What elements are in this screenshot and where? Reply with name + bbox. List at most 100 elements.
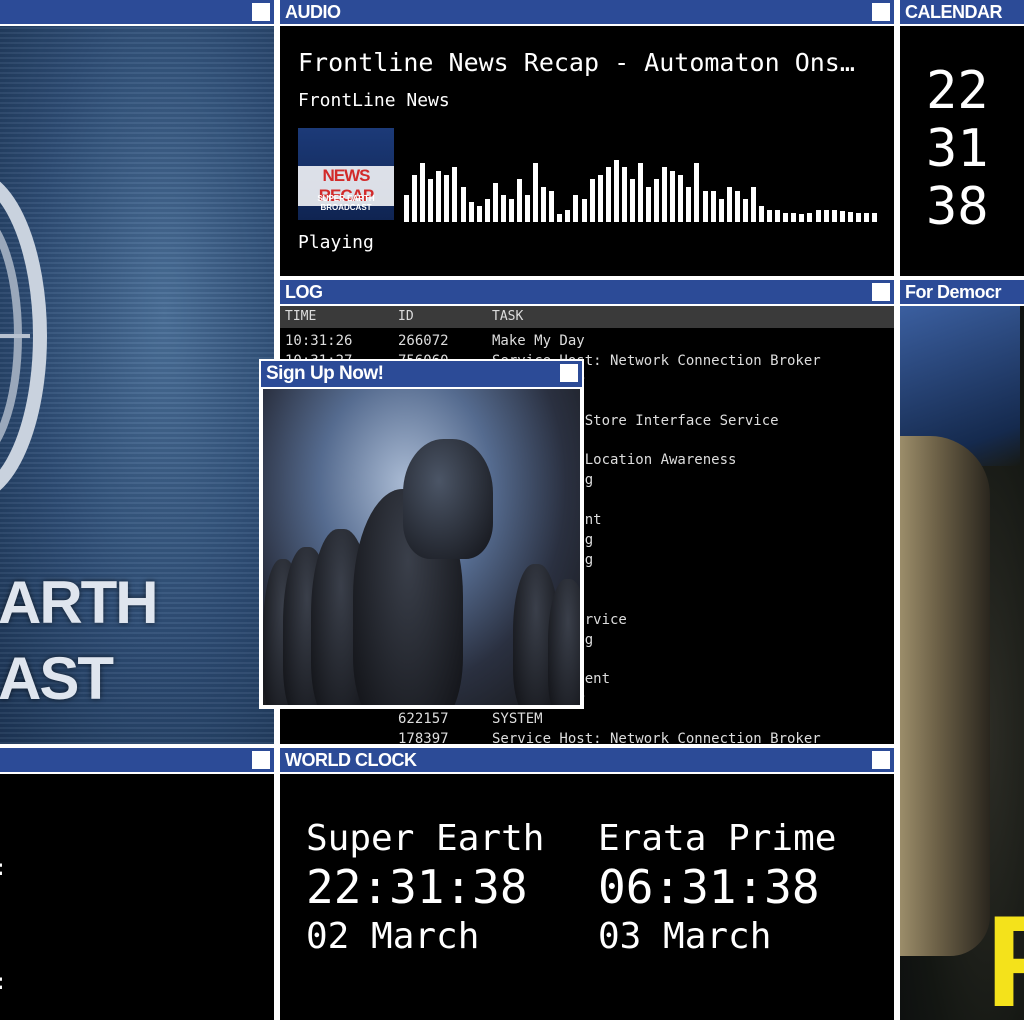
broadcast-image: ARTH AST <box>0 26 274 744</box>
log-column-id: ID <box>398 309 414 324</box>
visualizer-bar <box>605 167 611 222</box>
visualizer-bar <box>581 199 587 222</box>
calendar-title: CALENDAR <box>905 2 1003 22</box>
poster-letter: F <box>986 891 1024 1020</box>
visualizer-bar <box>823 210 829 222</box>
sign-up-title: Sign Up Now! <box>266 363 384 384</box>
for-democracy-window: For Democr F <box>900 280 1024 1020</box>
log-column-task: TASK <box>492 309 524 324</box>
world-clock-title: WORLD CLOCK <box>285 750 417 770</box>
world-clock-titlebar[interactable]: WORLD CLOCK <box>280 748 894 774</box>
audio-window: AUDIO Frontline News Recap - Automaton O… <box>280 0 894 276</box>
track-title: Frontline News Recap - Automaton Ons… <box>298 48 855 77</box>
clock-date-2: 03 March <box>598 916 772 957</box>
log-cell-id: 622157 <box>398 711 449 728</box>
visualizer-bar <box>468 202 474 222</box>
log-cell-time: 10:31:26 <box>285 333 353 349</box>
visualizer-bar <box>807 213 813 222</box>
visualizer-bar <box>573 195 579 222</box>
visualizer-bar <box>702 191 708 222</box>
audio-visualizer <box>404 144 880 222</box>
soldiers-image <box>263 389 580 705</box>
visualizer-bar <box>678 175 684 222</box>
album-art: NEWS RECAP SUPER EARTH BROADCAST <box>298 128 394 220</box>
broadcast-close-button[interactable] <box>252 3 270 21</box>
log-row: 178397 Service Host: Network Connection B… <box>280 728 894 744</box>
calendar-value-1: 22 <box>926 61 989 121</box>
bottom-left-close-button[interactable] <box>252 751 270 769</box>
bottom-left-content: : : <box>0 774 274 1020</box>
clock-time-1: 22:31:38 <box>306 860 528 914</box>
world-clock-window: WORLD CLOCK Super Earth 22:31:38 02 Marc… <box>280 748 894 1020</box>
log-cell-task: SYSTEM <box>492 711 543 728</box>
album-art-subtitle: SUPER EARTH BROADCAST <box>317 194 375 212</box>
visualizer-bar <box>484 199 490 222</box>
visualizer-bar <box>533 163 539 222</box>
log-titlebar[interactable]: LOG <box>280 280 894 306</box>
visualizer-bar <box>565 210 571 222</box>
log-title: LOG <box>285 282 323 302</box>
visualizer-bar <box>629 179 635 222</box>
visualizer-bar <box>492 183 498 222</box>
sign-up-close-button[interactable] <box>560 364 578 382</box>
visualizer-bar <box>767 210 773 222</box>
visualizer-bar <box>815 210 821 222</box>
calendar-value-3: 38 <box>926 177 989 237</box>
visualizer-bar <box>557 214 563 222</box>
visualizer-bar <box>670 171 676 222</box>
sign-up-popup[interactable]: Sign Up Now! <box>259 359 584 709</box>
playback-status: Playing <box>298 232 374 253</box>
log-cell-task: Service Host: Network Connection Broker <box>492 731 821 744</box>
visualizer-bar <box>638 163 643 222</box>
visualizer-bar <box>476 206 482 222</box>
visualizer-bar <box>710 191 716 222</box>
partial-text-mark-2: : <box>0 970 7 995</box>
audio-close-button[interactable] <box>872 3 890 21</box>
for-democracy-titlebar[interactable]: For Democr <box>900 280 1024 306</box>
visualizer-bar <box>613 160 619 222</box>
broadcast-window: ARTH AST <box>0 0 274 744</box>
bottom-left-window: : : <box>0 748 274 1020</box>
clock-time-2: 06:31:38 <box>598 860 820 914</box>
track-artist: FrontLine News <box>298 90 450 111</box>
visualizer-bar <box>404 195 409 222</box>
log-cell-id: 266072 <box>398 333 449 349</box>
audio-title: AUDIO <box>285 2 341 22</box>
visualizer-bar <box>444 175 450 222</box>
visualizer-bar <box>420 163 426 222</box>
visualizer-bar <box>742 199 748 222</box>
visualizer-bar <box>791 213 797 222</box>
visualizer-bar <box>646 187 651 222</box>
visualizer-bar <box>783 213 789 222</box>
visualizer-bar <box>541 187 547 222</box>
audio-titlebar[interactable]: AUDIO <box>280 0 894 26</box>
calendar-value-2: 31 <box>926 119 989 179</box>
visualizer-bar <box>662 167 668 222</box>
clock-date-1: 02 March <box>306 916 480 957</box>
log-row: 622157 SYSTEM <box>280 708 894 728</box>
log-cell-task: Make My Day <box>492 333 585 349</box>
calendar-window: CALENDAR 22 31 38 <box>900 0 1024 276</box>
visualizer-bar <box>525 195 530 222</box>
visualizer-bar <box>734 191 740 222</box>
sign-up-titlebar[interactable]: Sign Up Now! <box>261 361 582 389</box>
visualizer-bar <box>871 213 877 222</box>
partial-text-mark-1: : <box>0 856 7 881</box>
broadcast-titlebar[interactable] <box>0 0 274 26</box>
visualizer-bar <box>863 213 869 222</box>
broadcast-text-line2: AST <box>0 645 114 712</box>
world-clock-close-button[interactable] <box>872 751 890 769</box>
bottom-left-titlebar[interactable] <box>0 748 274 774</box>
calendar-titlebar[interactable]: CALENDAR <box>900 0 1024 26</box>
visualizer-bar <box>508 199 514 222</box>
log-close-button[interactable] <box>872 283 890 301</box>
visualizer-bar <box>412 175 418 222</box>
visualizer-bar <box>436 171 442 222</box>
visualizer-bar <box>452 167 458 222</box>
super-earth-emblem-icon <box>0 181 47 491</box>
for-democracy-poster: F <box>900 306 1024 1020</box>
visualizer-bar <box>718 199 724 222</box>
visualizer-bar <box>654 179 660 222</box>
log-row: 10:31:26 266072 Make My Day <box>280 330 894 350</box>
broadcast-text-line1: ARTH <box>0 569 159 636</box>
